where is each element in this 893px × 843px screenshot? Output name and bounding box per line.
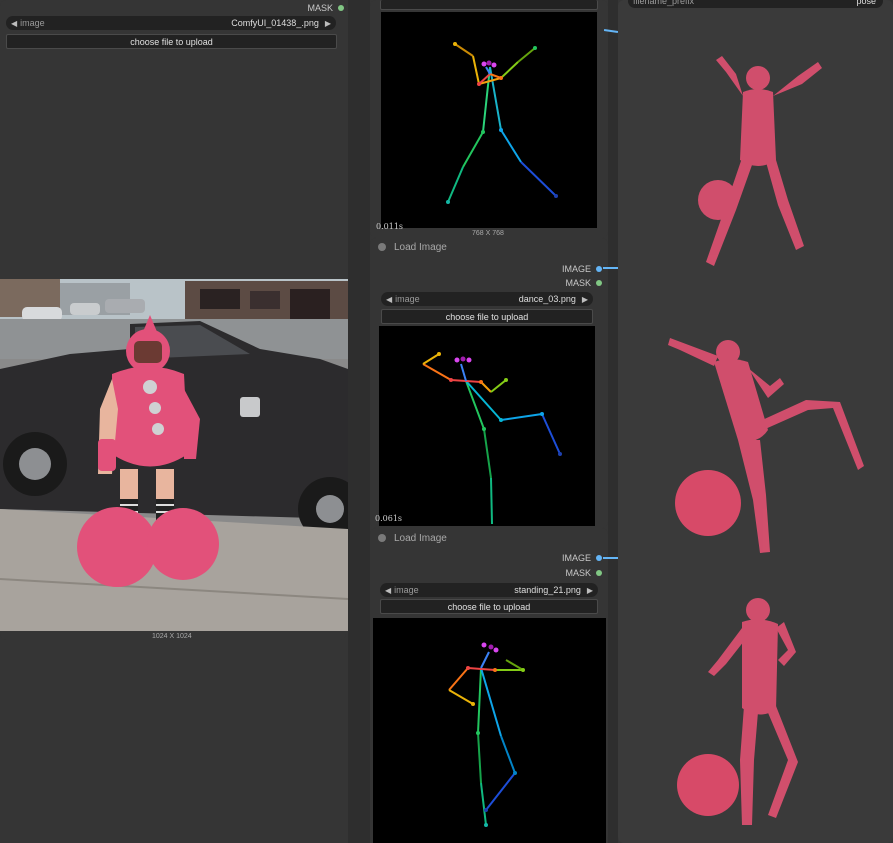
image-output-2-label: IMAGE (561, 264, 591, 274)
image-combo-value: ComfyUI_01438_.png (231, 18, 319, 28)
combo-left-arrow-icon[interactable]: ◀ (11, 19, 17, 28)
column-divider-right (608, 0, 618, 843)
pose-skeleton-2 (422, 352, 562, 525)
load-image-3-title-text: Load Image (394, 532, 447, 544)
pose-preview-1 (381, 12, 597, 228)
mask-output-3[interactable]: MASK (565, 568, 602, 578)
load-image-2-title-text: Load Image (394, 241, 447, 253)
pose-node-1[interactable]: 0.011s 768 X 768 (370, 0, 608, 238)
image-preview (0, 279, 348, 631)
load-image-2-title[interactable]: Load Image (378, 240, 447, 254)
node-canvas[interactable]: MASK ◀ image ComfyUI_01438_.png ▶ choose… (0, 0, 893, 843)
image-combo-2-label: image (395, 294, 420, 304)
column-divider-left (348, 0, 370, 843)
pose-preview-3 (373, 618, 606, 843)
combo-right-arrow-icon[interactable]: ▶ (587, 586, 593, 595)
image-combo[interactable]: ◀ image ComfyUI_01438_.png ▶ (6, 16, 336, 30)
upload-button-3[interactable]: choose file to upload (380, 599, 598, 614)
image-combo-3-value: standing_21.png (514, 585, 581, 595)
load-image-node-2[interactable]: Load Image IMAGE MASK ◀ image dance_03.p… (370, 238, 608, 528)
photo-illustration (0, 279, 348, 631)
mask-port-icon[interactable] (596, 570, 602, 576)
pose-node-1-timer: 0.011s (376, 222, 404, 231)
image-output-2[interactable]: IMAGE (562, 264, 602, 274)
image-combo-2-value: dance_03.png (518, 294, 576, 304)
load-image-node-3[interactable]: Load Image IMAGE MASK ◀ image standing_2… (370, 528, 608, 843)
result-node[interactable]: filename_prefix pose (618, 0, 893, 843)
image-port-icon[interactable] (596, 555, 602, 561)
pose-preview-2 (379, 326, 595, 526)
connection-wire-2[interactable] (603, 557, 618, 559)
pose-node-1-dims: 768 X 768 (472, 230, 504, 237)
image-combo-label: image (20, 18, 45, 28)
connection-wire-1[interactable] (603, 267, 618, 269)
upload-button-2[interactable]: choose file to upload (381, 309, 593, 324)
combo-right-arrow-icon[interactable]: ▶ (582, 295, 588, 304)
image-combo-3-label: image (394, 585, 419, 595)
mask-output-2[interactable]: MASK (565, 278, 602, 288)
pose-skeleton-1 (446, 42, 558, 204)
image-output-3[interactable]: IMAGE (562, 553, 602, 563)
image-port-icon[interactable] (596, 266, 602, 272)
node-collapse-dot-icon[interactable] (378, 243, 386, 251)
load-image-node-left[interactable]: MASK ◀ image ComfyUI_01438_.png ▶ choose… (0, 0, 348, 640)
mask-output[interactable]: MASK (307, 3, 344, 13)
combo-left-arrow-icon[interactable]: ◀ (386, 295, 392, 304)
mask-output-label: MASK (307, 3, 333, 13)
upload-button[interactable]: choose file to upload (6, 34, 337, 49)
node-collapse-dot-icon[interactable] (378, 534, 386, 542)
mask-port-icon[interactable] (338, 5, 344, 11)
combo-right-arrow-icon[interactable]: ▶ (325, 19, 331, 28)
preview-dims: 1024 X 1024 (152, 633, 192, 640)
generated-poses-preview (668, 56, 864, 825)
image-combo-2[interactable]: ◀ image dance_03.png ▶ (381, 292, 593, 306)
mask-output-2-label: MASK (565, 278, 591, 288)
load-image-2-timer: 0.061s (375, 514, 403, 523)
load-image-3-title[interactable]: Load Image (378, 531, 447, 545)
image-output-3-label: IMAGE (561, 553, 591, 563)
pose-node-1-widget[interactable] (380, 0, 598, 10)
combo-left-arrow-icon[interactable]: ◀ (385, 586, 391, 595)
image-combo-3[interactable]: ◀ image standing_21.png ▶ (380, 583, 598, 597)
mask-port-icon[interactable] (596, 280, 602, 286)
pose-skeleton-3 (448, 642, 525, 827)
mask-output-3-label: MASK (565, 568, 591, 578)
